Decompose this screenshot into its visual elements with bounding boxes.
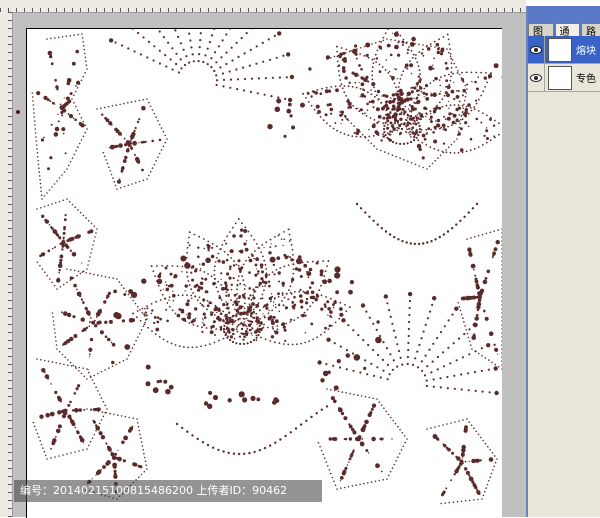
visibility-eye-icon[interactable]	[528, 64, 545, 91]
dot-floral-pattern	[27, 29, 502, 518]
panel-title-bar[interactable]	[528, 6, 600, 18]
canvas-edge-dot	[16, 110, 20, 114]
channel-thumbnail	[548, 38, 572, 62]
channel-row-fused[interactable]: 熔块	[528, 36, 600, 64]
channel-row-spot[interactable]: 专色	[528, 64, 600, 92]
document-canvas[interactable]	[26, 28, 502, 518]
watermark-caption: 编号：20140215100815486200 上传者ID：90462	[14, 480, 322, 502]
vertical-ruler	[0, 12, 13, 517]
horizontal-ruler	[0, 0, 526, 13]
channel-thumbnail	[548, 66, 572, 90]
visibility-eye-icon[interactable]	[528, 36, 545, 63]
channel-label: 熔块	[576, 42, 596, 57]
channels-panel: 图层 通道 路 熔块 专色	[526, 6, 600, 517]
channel-label: 专色	[576, 70, 596, 85]
